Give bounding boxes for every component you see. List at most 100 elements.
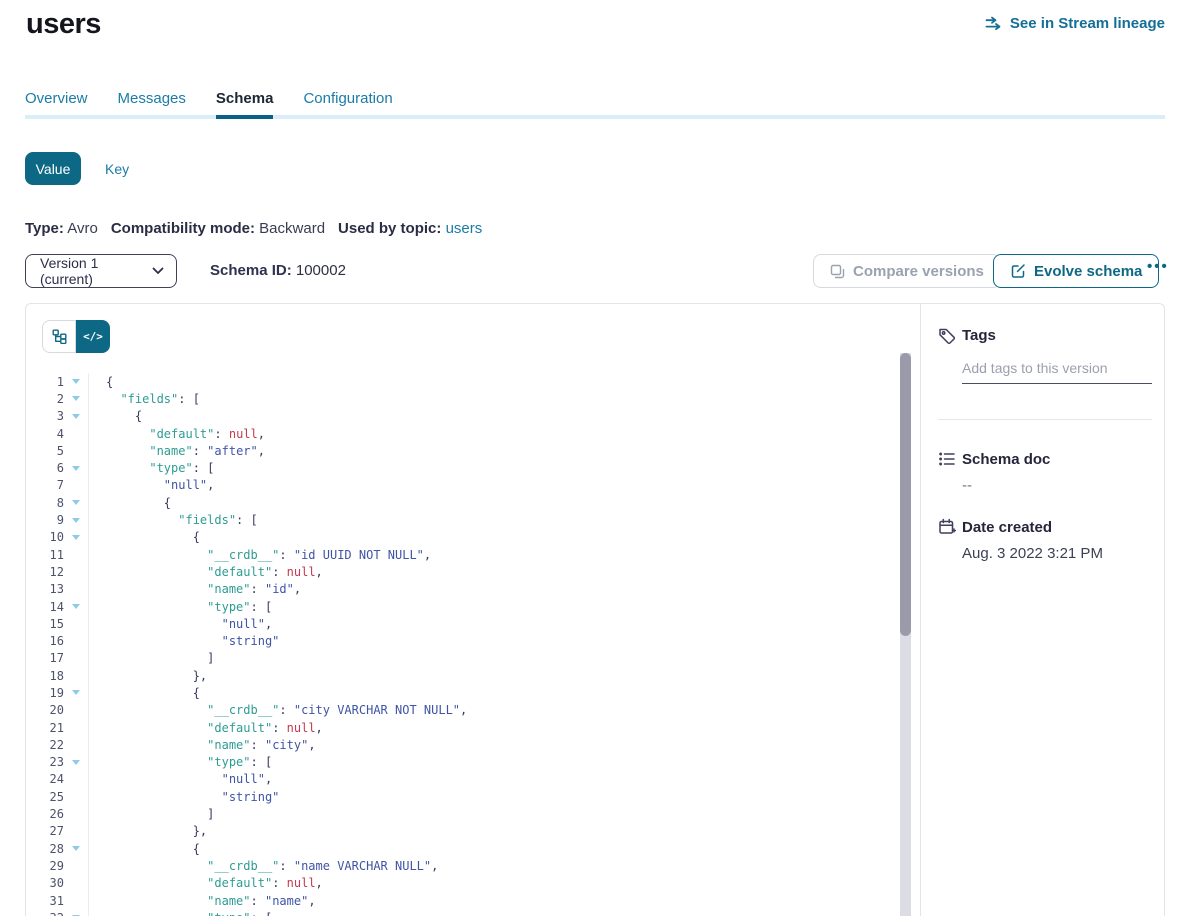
fold-spacer — [64, 823, 89, 840]
tree-view-button[interactable] — [42, 320, 76, 353]
line-number: 13 — [26, 582, 64, 596]
fold-toggle-icon[interactable] — [64, 390, 89, 407]
code-line: 9 "fields": [ — [26, 511, 899, 528]
code-line: 19 { — [26, 684, 899, 701]
fold-toggle-icon[interactable] — [64, 494, 89, 511]
used-by-topic: Used by topic: users — [338, 220, 482, 237]
code-text: "type": [ — [106, 755, 272, 769]
used-by-topic-label: Used by topic: — [338, 220, 441, 237]
line-number: 3 — [26, 409, 64, 423]
scrollbar-track[interactable] — [900, 353, 911, 916]
scrollbar-thumb[interactable] — [900, 353, 911, 636]
topic-link[interactable]: users — [446, 220, 483, 237]
code-text: { — [106, 409, 142, 423]
schema-doc-icon — [938, 450, 956, 468]
code-line: 10 { — [26, 529, 899, 546]
fold-spacer — [64, 667, 89, 684]
line-number: 7 — [26, 478, 64, 492]
code-line: 28 { — [26, 840, 899, 857]
code-editor[interactable]: 1{2 "fields": [3 {4 "default": null,5 "n… — [26, 373, 899, 916]
schema-type: Type: Avro — [25, 220, 98, 237]
line-number: 16 — [26, 634, 64, 648]
fold-toggle-icon[interactable] — [64, 909, 89, 916]
schema-meta-row: Type: Avro Compatibility mode: Backward … — [25, 220, 482, 237]
tag-icon — [938, 327, 956, 345]
schema-type-value: Avro — [67, 220, 98, 237]
compare-versions-button[interactable]: Compare versions — [813, 254, 1001, 288]
chevron-down-icon — [152, 267, 164, 275]
code-line: 25 "string" — [26, 788, 899, 805]
code-text: "default": null, — [106, 876, 323, 890]
line-number: 25 — [26, 790, 64, 804]
fold-spacer — [64, 736, 89, 753]
code-text: { — [106, 842, 200, 856]
line-number: 1 — [26, 375, 64, 389]
code-text: "default": null, — [106, 721, 323, 735]
code-text: "type": [ — [106, 461, 214, 475]
date-created-value: Aug. 3 2022 3:21 PM — [962, 545, 1103, 562]
code-text: }, — [106, 824, 207, 838]
line-number: 12 — [26, 565, 64, 579]
fold-toggle-icon[interactable] — [64, 754, 89, 771]
schema-sidebar: Tags Schema doc -- Date created Aug. 3 2… — [920, 304, 1164, 916]
code-text: "type": [ — [106, 911, 272, 916]
line-number: 23 — [26, 755, 64, 769]
tab-overview[interactable]: Overview — [25, 90, 88, 119]
key-toggle-button[interactable]: Key — [105, 161, 129, 177]
fold-toggle-icon[interactable] — [64, 529, 89, 546]
fold-spacer — [64, 546, 89, 563]
line-number: 2 — [26, 392, 64, 406]
version-select-value: Version 1 (current) — [40, 255, 152, 287]
value-toggle-button[interactable]: Value — [25, 152, 81, 185]
tab-schema[interactable]: Schema — [216, 90, 274, 119]
fold-toggle-icon[interactable] — [64, 408, 89, 425]
evolve-schema-button[interactable]: Evolve schema — [993, 254, 1159, 288]
add-tags-input[interactable] — [962, 356, 1152, 384]
fold-toggle-icon[interactable] — [64, 684, 89, 701]
tab-messages[interactable]: Messages — [118, 90, 186, 119]
code-text: "name": "id", — [106, 582, 301, 596]
line-number: 15 — [26, 617, 64, 631]
code-text: ] — [106, 807, 214, 821]
tags-section-title: Tags — [962, 327, 996, 344]
fold-toggle-icon[interactable] — [64, 598, 89, 615]
fold-toggle-icon[interactable] — [64, 511, 89, 528]
line-number: 14 — [26, 600, 64, 614]
code-text: { — [106, 375, 113, 389]
code-text: "__crdb__": "id UUID NOT NULL", — [106, 548, 431, 562]
line-number: 24 — [26, 772, 64, 786]
fold-toggle-icon[interactable] — [64, 459, 89, 476]
stream-lineage-icon — [985, 16, 1003, 31]
code-line: 5 "name": "after", — [26, 442, 899, 459]
tab-configuration[interactable]: Configuration — [303, 90, 392, 119]
code-line: 20 "__crdb__": "city VARCHAR NOT NULL", — [26, 702, 899, 719]
code-line: 22 "name": "city", — [26, 736, 899, 753]
code-line: 3 { — [26, 408, 899, 425]
compare-versions-icon — [830, 264, 845, 279]
fold-spacer — [64, 615, 89, 632]
code-text: "name": "name", — [106, 894, 316, 908]
line-number: 31 — [26, 894, 64, 908]
fold-spacer — [64, 771, 89, 788]
code-view-button[interactable]: </> — [76, 320, 110, 353]
line-number: 21 — [26, 721, 64, 735]
tree-view-icon — [52, 329, 67, 344]
page-title: users — [26, 8, 101, 41]
value-key-toggle: Value Key — [25, 152, 129, 185]
fold-toggle-icon[interactable] — [64, 373, 89, 390]
schema-doc-section-title: Schema doc — [962, 451, 1050, 468]
code-line: 29 "__crdb__": "name VARCHAR NULL", — [26, 857, 899, 874]
code-text: "__crdb__": "city VARCHAR NOT NULL", — [106, 703, 467, 717]
code-line: 27 }, — [26, 823, 899, 840]
more-actions-button[interactable]: ••• — [1147, 258, 1169, 275]
line-number: 6 — [26, 461, 64, 475]
code-line: 12 "default": null, — [26, 563, 899, 580]
fold-toggle-icon[interactable] — [64, 840, 89, 857]
code-text: }, — [106, 669, 207, 683]
version-select[interactable]: Version 1 (current) — [25, 254, 177, 288]
schema-id-value: 100002 — [296, 262, 346, 279]
fold-spacer — [64, 788, 89, 805]
see-in-stream-lineage-link[interactable]: See in Stream lineage — [985, 15, 1165, 32]
fold-spacer — [64, 442, 89, 459]
compatibility-mode-value: Backward — [259, 220, 325, 237]
